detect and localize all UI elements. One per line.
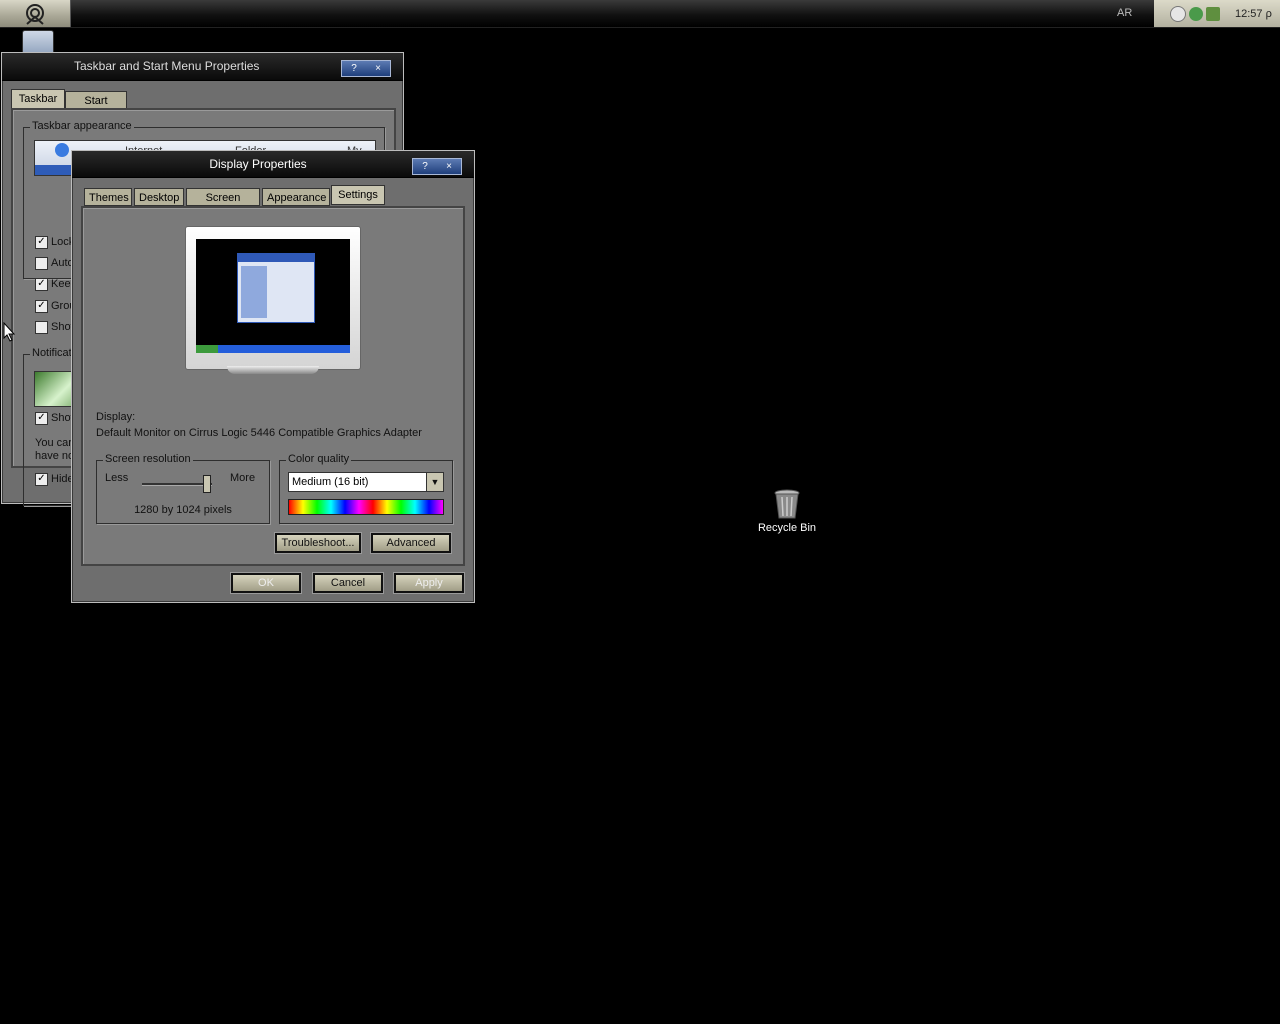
group-label: Color quality xyxy=(286,453,352,465)
tab-taskbar[interactable]: Taskbar xyxy=(11,89,65,109)
color-quality-select[interactable]: Medium (16 bit) ▼ xyxy=(288,472,444,492)
hide-inactive-checkbox[interactable]: ✓ xyxy=(35,473,48,486)
monitor-frame xyxy=(185,226,361,370)
advanced-button[interactable]: Advanced xyxy=(370,532,452,554)
group-buttons-checkbox[interactable]: ✓ xyxy=(35,300,48,313)
tab-desktop[interactable]: Desktop xyxy=(134,188,184,206)
resolution-value: 1280 by 1024 pixels xyxy=(134,504,232,516)
mouse-cursor-icon xyxy=(3,322,15,342)
display-adapter-value: Default Monitor on Cirrus Logic 5446 Com… xyxy=(96,427,422,439)
display-label: Display: xyxy=(96,411,136,423)
color-quality-value: Medium (16 bit) xyxy=(292,476,369,488)
troubleshoot-button[interactable]: Troubleshoot... xyxy=(274,532,362,554)
display-properties-window: Display Properties ? × Themes Desktop Sc… xyxy=(71,150,475,603)
title-buttons: ? × xyxy=(341,60,391,77)
swirl-logo-icon xyxy=(26,3,44,25)
show-quick-launch-checkbox[interactable] xyxy=(35,321,48,334)
apply-button[interactable]: Apply xyxy=(393,572,465,594)
less-label: Less xyxy=(105,472,129,484)
monitor-stand xyxy=(227,366,319,374)
ok-button[interactable]: OK xyxy=(230,572,302,594)
recycle-bin[interactable]: Recycle Bin xyxy=(752,488,822,534)
tab-settings[interactable]: Settings xyxy=(331,185,385,205)
more-label: More xyxy=(230,472,256,484)
tab-themes[interactable]: Themes xyxy=(84,188,132,206)
window-title: Taskbar and Start Menu Properties xyxy=(74,59,260,73)
keep-on-top-checkbox[interactable]: ✓ xyxy=(35,278,48,291)
help-button[interactable]: ? xyxy=(342,61,366,76)
recycle-bin-icon xyxy=(774,489,800,519)
notification-help-text-2: have no xyxy=(35,450,75,462)
screen-resolution-group: Screen resolution Less More 1280 by 1024… xyxy=(96,453,270,524)
resolution-slider-thumb[interactable] xyxy=(203,475,211,493)
volume-icon[interactable] xyxy=(1170,5,1186,22)
group-label: Screen resolution xyxy=(103,453,193,465)
tab-start-menu[interactable]: Start Menu xyxy=(65,91,127,125)
system-tray: 12:57 ρ xyxy=(1154,0,1280,27)
close-button[interactable]: × xyxy=(437,159,461,174)
start-button[interactable] xyxy=(0,0,71,27)
monitor-screen xyxy=(196,239,350,353)
chevron-down-icon[interactable]: ▼ xyxy=(426,473,443,491)
color-spectrum-bar xyxy=(288,499,444,515)
group-label: Notificat xyxy=(30,347,74,359)
cancel-button[interactable]: Cancel xyxy=(312,572,384,594)
title-buttons: ? × xyxy=(412,158,462,175)
auto-hide-checkbox[interactable] xyxy=(35,257,48,270)
notification-help-text-1: You car xyxy=(35,437,72,449)
lock-taskbar-checkbox[interactable]: ✓ xyxy=(35,236,48,249)
taskbar: AR 12:57 ρ xyxy=(0,0,1280,28)
monitor-preview xyxy=(185,226,361,374)
help-button[interactable]: ? xyxy=(413,159,437,174)
group-label: Taskbar appearance xyxy=(30,120,134,132)
clock[interactable]: 12:57 ρ xyxy=(1235,8,1272,20)
language-indicator[interactable]: AR xyxy=(1117,7,1132,19)
network-icon[interactable] xyxy=(1189,6,1203,21)
security-icon[interactable] xyxy=(1206,6,1220,21)
tab-screen-saver[interactable]: Screen Saver xyxy=(186,188,260,222)
tab-appearance[interactable]: Appearance xyxy=(262,188,330,206)
settings-panel: Display: Default Monitor on Cirrus Logic… xyxy=(81,206,465,566)
color-quality-group: Color quality Medium (16 bit) ▼ xyxy=(279,453,453,524)
titlebar[interactable]: Taskbar and Start Menu Properties ? × xyxy=(2,53,403,81)
close-button[interactable]: × xyxy=(366,61,390,76)
resolution-slider-track xyxy=(142,483,212,485)
apple-icon xyxy=(55,143,69,157)
window-title: Display Properties xyxy=(209,157,307,171)
show-clock-checkbox[interactable]: ✓ xyxy=(35,412,48,425)
recycle-bin-label: Recycle Bin xyxy=(757,522,817,534)
titlebar[interactable]: Display Properties ? × xyxy=(72,151,474,178)
